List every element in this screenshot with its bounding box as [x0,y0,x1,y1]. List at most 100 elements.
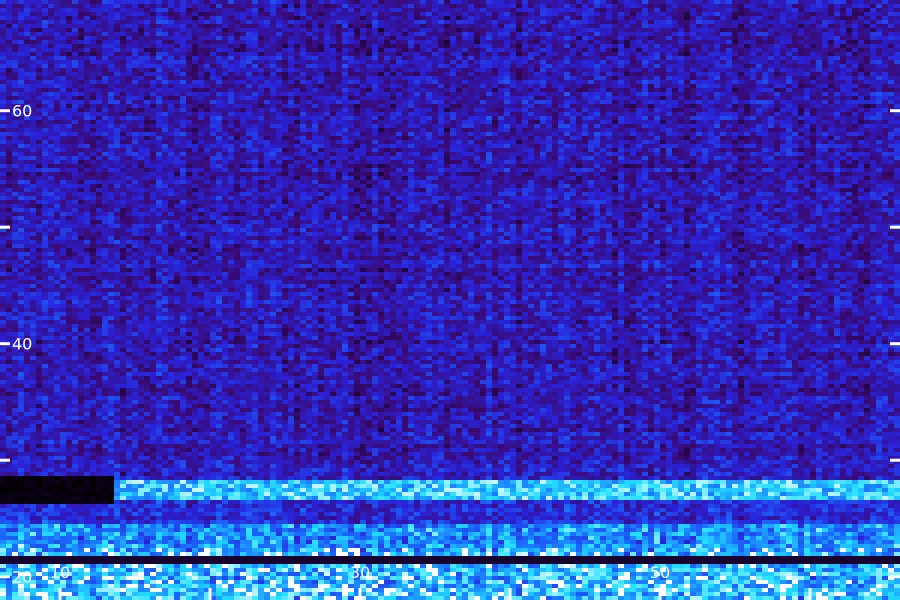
heatmap-cell [120,12,127,17]
heatmap-cell [186,24,193,29]
heatmap-cell [810,40,817,45]
heatmap-cell [786,4,793,9]
heatmap-cell [372,8,379,13]
heatmap-cell [84,52,91,57]
heatmap-cell [774,12,781,17]
heatmap-cell [372,20,379,25]
heatmap-cell [558,16,565,21]
heatmap-cell [42,0,49,5]
heatmap-cell [816,16,823,21]
heatmap-cell [744,40,751,45]
heatmap-cell [714,8,721,13]
heatmap-cell [330,8,337,13]
heatmap-cell [594,36,601,41]
heatmap-cell [516,36,523,41]
heatmap-cell [108,32,115,37]
heatmap-cell [384,32,391,37]
heatmap-cell [534,28,541,33]
heatmap-cell [318,28,325,33]
heatmap-cell [738,44,745,49]
heatmap-cell [786,16,793,21]
heatmap-cell [654,36,661,41]
heatmap-cell [78,28,85,33]
heatmap-cell [84,12,91,17]
heatmap-cell [96,48,103,53]
heatmap-cell [684,12,691,17]
heatmap-cell [570,40,577,45]
heatmap-cell [96,44,103,49]
heatmap-cell [672,12,679,17]
heatmap-cell [198,44,205,49]
heatmap-cell [882,28,889,33]
heatmap-cell [300,4,307,9]
heatmap-cell [552,8,559,13]
heatmap-cell [726,40,733,45]
heatmap-cell [654,20,661,25]
heatmap-cell [780,44,787,49]
heatmap-cell [120,28,127,33]
heatmap-cell [174,44,181,49]
heatmap-cell [366,20,373,25]
heatmap-cell [252,32,259,37]
heatmap-cell [198,24,205,29]
heatmap-cell [390,24,397,29]
heatmap-cell [804,20,811,25]
heatmap-cell [492,36,499,41]
heatmap-cell [312,20,319,25]
heatmap-cell [240,52,247,57]
heatmap-cell [228,0,235,5]
heatmap-cell [786,12,793,17]
heatmap-cell [432,40,439,45]
heatmap-cell [462,48,469,53]
heatmap-cell [162,40,169,45]
heatmap-cell [330,28,337,33]
heatmap-cell [342,40,349,45]
heatmap-cell [810,24,817,29]
heatmap-cell [822,32,829,37]
heatmap-cell [180,8,187,13]
heatmap-cell [624,4,631,9]
heatmap-cell [216,28,223,33]
heatmap-cell [426,0,433,5]
heatmap-cell [120,52,127,57]
heatmap-cell [528,44,535,49]
heatmap-cell [90,12,97,17]
heatmap-cells [0,0,900,600]
heatmap-cell [252,24,259,29]
heatmap-cell [396,12,403,17]
heatmap-cell [882,16,889,21]
heatmap-cell [246,4,253,9]
heatmap-cell [714,24,721,29]
heatmap-cell [630,36,637,41]
heatmap-cell [636,20,643,25]
heatmap-cell [864,20,871,25]
heatmap-cell [300,20,307,25]
heatmap-cell [690,36,697,41]
heatmap-cell [588,40,595,45]
heatmap-cell [378,16,385,21]
heatmap-cell [708,36,715,41]
heatmap-cell [102,48,109,53]
heatmap-cell [42,20,49,25]
heatmap-cell [630,40,637,45]
heatmap-cell [756,32,763,37]
heatmap-cell [366,32,373,37]
heatmap-cell [240,24,247,29]
heatmap-cell [606,24,613,29]
heatmap-cell [858,40,865,45]
heatmap-cell [546,48,553,53]
heatmap-cell [804,36,811,41]
heatmap-cell [744,0,751,5]
heatmap-cell [30,12,37,17]
heatmap-cell [450,8,457,13]
heatmap-cell [870,44,877,49]
heatmap-cell [486,12,493,17]
heatmap-cell [180,44,187,49]
heatmap-cell [720,40,727,45]
heatmap-cell [414,44,421,49]
heatmap-cell [108,40,115,45]
heatmap-cell [348,4,355,9]
heatmap-cell [594,40,601,45]
heatmap-cell [174,16,181,21]
heatmap-cell [780,16,787,21]
